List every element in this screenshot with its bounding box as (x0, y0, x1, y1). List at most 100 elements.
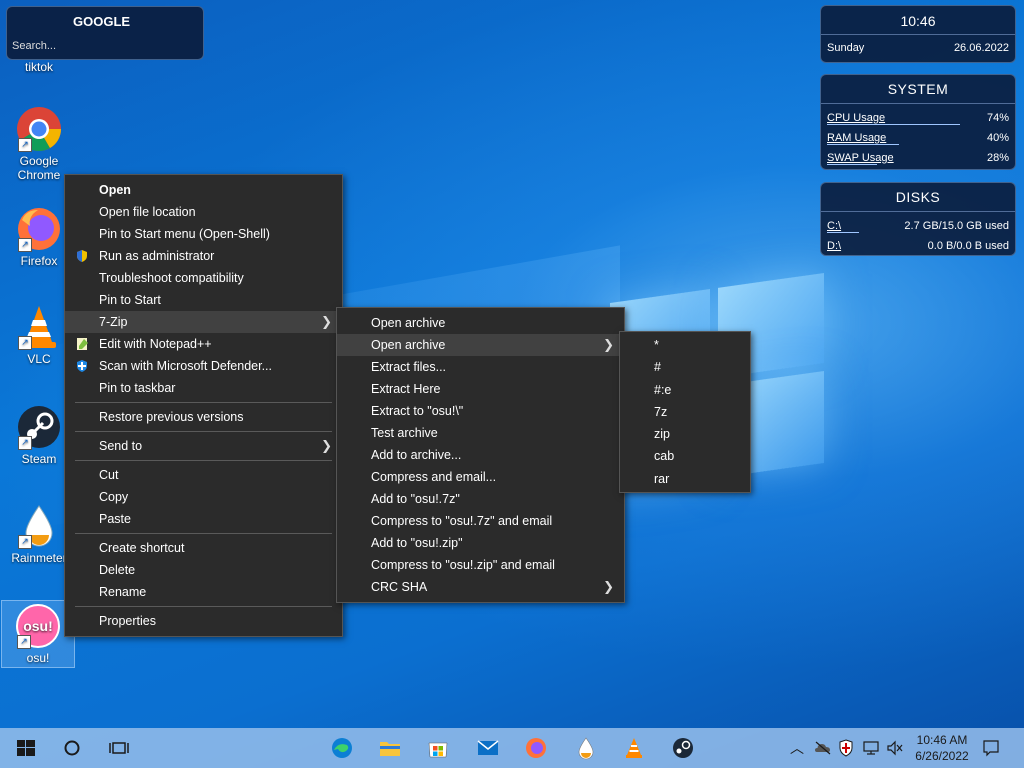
zip-item-crc-sha[interactable]: CRC SHA ❯ (337, 576, 624, 598)
cpu-usage-label: CPU Usage (827, 112, 886, 124)
menu-item-rename[interactable]: Rename (65, 581, 342, 603)
menu-item-restore-previous-versions[interactable]: Restore previous versions (65, 406, 342, 428)
menu-item-pin-to-start-menu-open-shell[interactable]: Pin to Start menu (Open-Shell) (65, 223, 342, 245)
menu-item-label: Send to (99, 439, 143, 453)
mail-icon[interactable] (476, 736, 500, 760)
clock-widget: 10:46 Sunday 26.06.2022 (820, 5, 1016, 63)
desktop-icon-label: tiktok (24, 60, 53, 74)
firefox-icon[interactable] (524, 736, 548, 760)
menu-separator (75, 533, 332, 534)
chevron-right-icon: ❯ (603, 337, 614, 352)
menu-separator (75, 402, 332, 403)
vlc-icon[interactable] (622, 736, 646, 760)
google-search-widget: GOOGLE Search... (6, 6, 204, 60)
zip-item-add-to-archive[interactable]: Add to archive... (337, 444, 624, 466)
archive-type-any[interactable]: * (620, 334, 750, 356)
menu-item-cut[interactable]: Cut (65, 464, 342, 486)
menu-item-open-file-location[interactable]: Open file location (65, 201, 342, 223)
menu-separator (75, 606, 332, 607)
open-archive-submenu: * # #:e 7z zip cab rar (619, 331, 751, 494)
menu-separator (75, 460, 332, 461)
zip-item-open-archive[interactable]: Open archive (337, 312, 624, 334)
zip-item-compress-to-7z-and-email[interactable]: Compress to "osu!.7z" and email (337, 510, 624, 532)
task-view-icon[interactable] (107, 736, 131, 760)
menu-item-send-to[interactable]: Send to ❯ (65, 435, 342, 457)
desktop-icon-label: Firefox (20, 254, 58, 268)
search-icon[interactable] (60, 736, 84, 760)
system-widget-title: SYSTEM (887, 81, 949, 97)
desktop-icon-label: osu! (26, 651, 50, 665)
zip-item-compress-and-email[interactable]: Compress and email... (337, 466, 624, 488)
swap-usage-label: SWAP Usage (827, 152, 894, 164)
ram-usage-value: 40% (986, 132, 1009, 144)
edge-icon[interactable] (330, 736, 354, 760)
disk-d-value: 0.0 B/0.0 B used (927, 240, 1009, 252)
desktop-icon-label: VLC (27, 352, 51, 366)
archive-type-cab[interactable]: cab (620, 445, 750, 467)
desktop-icon-google-chrome[interactable]: ↗ Google Chrome (3, 106, 75, 182)
disks-widget: DISKS C:\ 2.7 GB/15.0 GB used D:\ 0.0 B/… (820, 182, 1016, 256)
chevron-right-icon: ❯ (321, 314, 332, 329)
menu-item-copy[interactable]: Copy (65, 486, 342, 508)
zip-item-extract-files[interactable]: Extract files... (337, 356, 624, 378)
menu-item-properties[interactable]: Properties (65, 610, 342, 632)
taskbar-time: 10:46 AM (916, 733, 968, 747)
menu-item-paste[interactable]: Paste (65, 508, 342, 530)
menu-item-label: Open archive (371, 338, 446, 352)
swap-usage-bar (827, 164, 877, 165)
zip-item-extract-to-folder[interactable]: Extract to "osu!\" (337, 400, 624, 422)
zip-item-test-archive[interactable]: Test archive (337, 422, 624, 444)
volume-muted-icon[interactable] (886, 740, 904, 756)
menu-item-open[interactable]: Open (65, 179, 342, 201)
menu-item-create-shortcut[interactable]: Create shortcut (65, 537, 342, 559)
security-shield-icon[interactable] (838, 739, 854, 757)
menu-item-troubleshoot-compatibility[interactable]: Troubleshoot compatibility (65, 267, 342, 289)
archive-type-zip[interactable]: zip (620, 423, 750, 445)
menu-item-label: Scan with Microsoft Defender... (99, 359, 272, 373)
menu-item-edit-with-notepad-plus-plus[interactable]: Edit with Notepad++ (65, 333, 342, 355)
chevron-right-icon: ❯ (603, 579, 614, 594)
zip-item-extract-here[interactable]: Extract Here (337, 378, 624, 400)
menu-item-run-as-administrator[interactable]: Run as administrator (65, 245, 342, 267)
7-zip-submenu: Open archive Open archive ❯ Extract file… (336, 307, 625, 603)
archive-type-hash-e[interactable]: #:e (620, 379, 750, 401)
system-widget: SYSTEM CPU Usage 74% RAM Usage 40% SWAP … (820, 74, 1016, 170)
osu-icon: osu! ↗ (15, 603, 61, 649)
rainmeter-icon[interactable] (574, 736, 598, 760)
menu-item-label: Edit with Notepad++ (99, 337, 212, 351)
menu-item-delete[interactable]: Delete (65, 559, 342, 581)
archive-type-7z[interactable]: 7z (620, 401, 750, 423)
start-icon[interactable] (14, 736, 38, 760)
file-explorer-icon[interactable] (378, 736, 402, 760)
disks-widget-title: DISKS (895, 189, 941, 205)
uac-shield-icon (77, 250, 87, 262)
network-icon[interactable] (862, 740, 880, 756)
archive-type-rar[interactable]: rar (620, 468, 750, 490)
ram-usage-row: RAM Usage 40% (821, 128, 1015, 148)
context-menu: Open Open file location Pin to Start men… (64, 174, 343, 637)
chevron-right-icon: ❯ (321, 438, 332, 453)
vlc-icon: ↗ (16, 304, 62, 350)
archive-type-hash[interactable]: # (620, 356, 750, 378)
menu-item-pin-to-start[interactable]: Pin to Start (65, 289, 342, 311)
zip-item-add-to-7z[interactable]: Add to "osu!.7z" (337, 488, 624, 510)
microsoft-store-icon[interactable] (426, 736, 450, 760)
action-center-icon[interactable] (982, 739, 1000, 757)
taskbar-clock[interactable]: 10:46 AM 6/26/2022 (912, 732, 972, 764)
taskbar-date: 6/26/2022 (915, 749, 969, 763)
menu-item-pin-to-taskbar[interactable]: Pin to taskbar (65, 377, 342, 399)
zip-item-compress-to-zip-and-email[interactable]: Compress to "osu!.zip" and email (337, 554, 624, 576)
chevron-up-icon[interactable]: ︿ (790, 738, 804, 758)
disk-c-label: C:\ (827, 220, 842, 232)
menu-item-scan-with-microsoft-defender[interactable]: Scan with Microsoft Defender... (65, 355, 342, 377)
cpu-usage-value: 74% (986, 112, 1009, 124)
menu-item-label: Run as administrator (99, 249, 215, 263)
notepad-plus-plus-icon (77, 338, 88, 350)
menu-item-7-zip[interactable]: 7-Zip ❯ (65, 311, 342, 333)
steam-icon[interactable] (671, 736, 695, 760)
zip-item-open-archive-submenu[interactable]: Open archive ❯ (337, 334, 624, 356)
swap-usage-value: 28% (986, 152, 1009, 164)
zip-item-add-to-zip[interactable]: Add to "osu!.zip" (337, 532, 624, 554)
google-search-input[interactable]: Search... (12, 40, 56, 52)
onedrive-icon[interactable] (814, 740, 832, 756)
